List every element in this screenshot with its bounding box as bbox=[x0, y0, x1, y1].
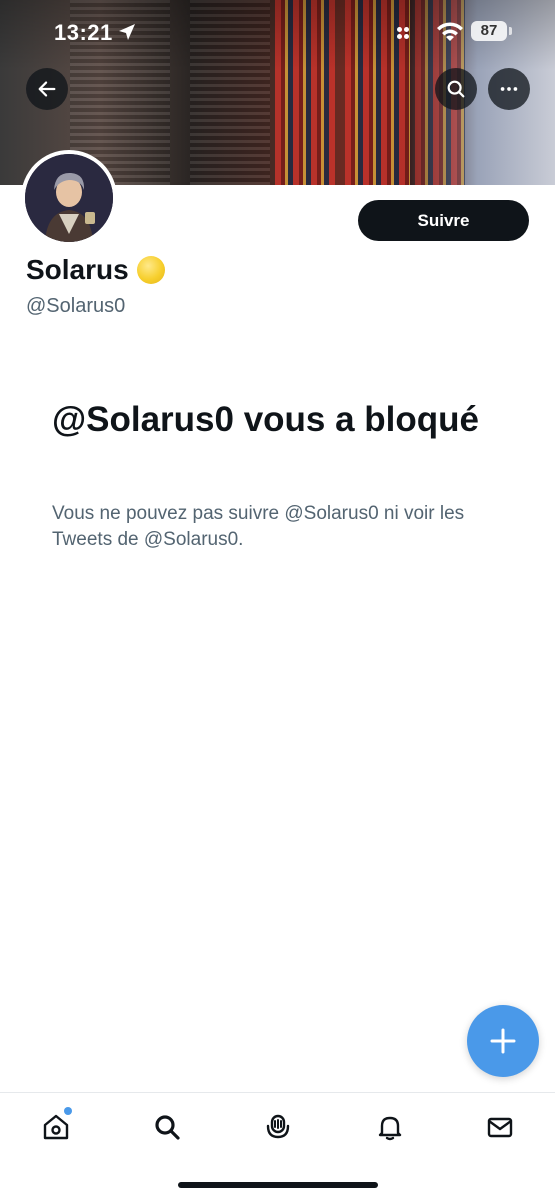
bell-icon bbox=[378, 1116, 402, 1141]
more-button[interactable] bbox=[488, 68, 530, 110]
tab-notifications[interactable] bbox=[370, 1107, 410, 1147]
follow-button[interactable]: Suivre bbox=[358, 200, 529, 241]
tab-home[interactable] bbox=[36, 1107, 76, 1147]
search-button[interactable] bbox=[435, 68, 477, 110]
battery-indicator: 87 bbox=[471, 21, 512, 41]
home-icon bbox=[43, 1114, 69, 1140]
tab-messages[interactable] bbox=[480, 1107, 520, 1147]
back-button[interactable] bbox=[26, 68, 68, 110]
status-time: 13:21 bbox=[54, 20, 113, 45]
spaces-icon bbox=[266, 1114, 290, 1139]
compose-tweet-button[interactable] bbox=[467, 1005, 539, 1077]
status-bar: 13:21 87 bbox=[0, 0, 555, 64]
home-indicator[interactable] bbox=[178, 1182, 378, 1188]
yellow-circle-emoji-icon bbox=[136, 256, 165, 284]
display-name: Solarus bbox=[26, 254, 165, 286]
location-arrow-icon bbox=[119, 24, 135, 40]
tab-spaces[interactable] bbox=[258, 1107, 298, 1147]
user-handle: @Solarus0 bbox=[26, 295, 126, 317]
blocked-description: Vous ne pouvez pas suivre @Solarus0 ni v… bbox=[52, 503, 465, 550]
plus-icon bbox=[490, 1028, 516, 1054]
more-horizontal-icon bbox=[500, 87, 518, 91]
blocked-title: @Solarus0 vous a bloqué bbox=[52, 400, 480, 439]
display-name-text: Solarus bbox=[26, 254, 129, 285]
notification-dot bbox=[64, 1107, 72, 1115]
arrow-left-icon bbox=[38, 81, 56, 97]
search-icon bbox=[447, 80, 465, 98]
avatar-image bbox=[25, 154, 113, 242]
avatar[interactable] bbox=[21, 150, 117, 246]
wifi-icon bbox=[437, 22, 463, 41]
search-icon bbox=[155, 1115, 180, 1140]
mail-icon bbox=[487, 1117, 513, 1138]
tab-search[interactable] bbox=[147, 1107, 187, 1147]
